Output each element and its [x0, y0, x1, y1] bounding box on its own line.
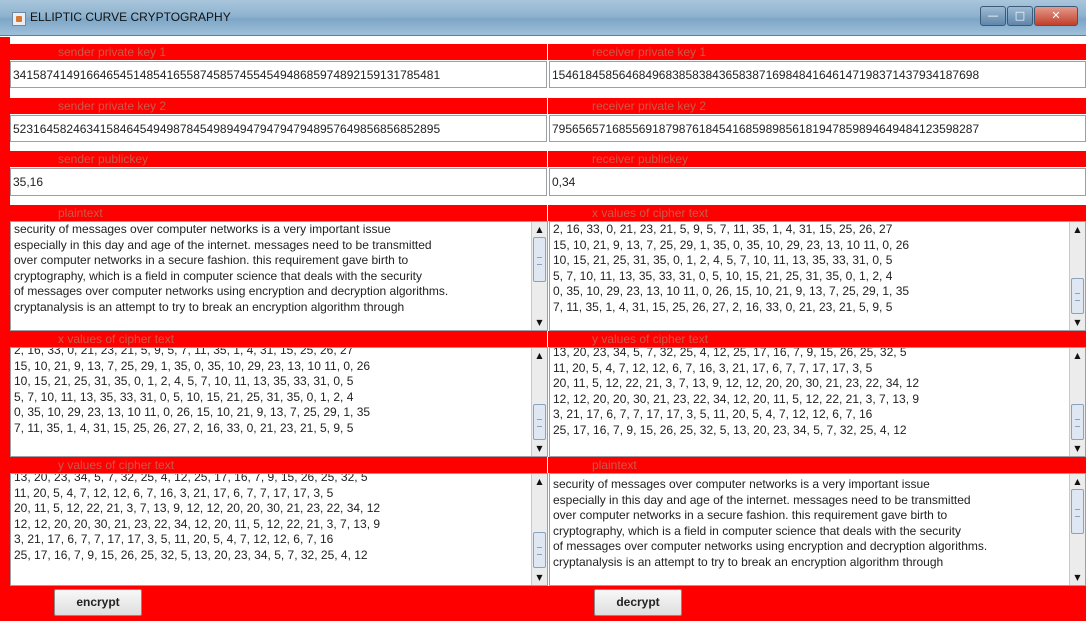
receiver-private-key-1-label: receiver private key 1	[592, 45, 707, 59]
decrypt-button[interactable]: decrypt	[594, 589, 682, 616]
label-strip-receiver-private-key-1: receiver private key 1	[548, 44, 1086, 60]
maximize-button[interactable]: □	[1007, 6, 1033, 26]
scroll-up-arrow-icon[interactable]: ▲	[1070, 348, 1085, 363]
scroll-down-arrow-icon[interactable]: ▼	[1070, 441, 1085, 456]
sender-publickey-field[interactable]: 35,16	[10, 168, 547, 196]
y-cipher-bottom-text[interactable]: 13, 20, 23, 34, 5, 7, 32, 25, 4, 12, 25,…	[14, 474, 528, 585]
scroll-thumb[interactable]	[533, 237, 546, 282]
sender-private-key-1-label: sender private key 1	[58, 45, 167, 59]
sender-publickey-label: sender publickey	[58, 152, 149, 166]
x-cipher-top-area[interactable]: 2, 16, 33, 0, 21, 23, 21, 5, 9, 5, 7, 11…	[549, 221, 1086, 331]
left-red-border	[0, 37, 10, 586]
action-bar: encrypt decrypt	[0, 586, 1086, 621]
plaintext-input-scrollbar[interactable]: ▲ ▼	[531, 222, 547, 330]
scroll-down-arrow-icon[interactable]: ▼	[532, 570, 547, 585]
y-cipher-bottom-area[interactable]: 13, 20, 23, 34, 5, 7, 32, 25, 4, 12, 25,…	[10, 473, 548, 586]
y-cipher-label: y values of cipher text	[592, 332, 709, 346]
plaintext-input-text[interactable]: security of messages over computer netwo…	[14, 222, 528, 330]
scroll-thumb[interactable]	[1071, 489, 1084, 534]
scroll-thumb[interactable]	[1071, 278, 1084, 314]
label-strip-plaintext-output: plaintext	[548, 457, 1086, 473]
label-strip-sender-private-key-1: sender private key 1	[10, 44, 547, 60]
scroll-up-arrow-icon[interactable]: ▲	[1070, 474, 1085, 489]
y-cipher-mid-area[interactable]: 13, 20, 23, 34, 5, 7, 32, 25, 4, 12, 25,…	[549, 347, 1086, 457]
plaintext-input-area[interactable]: security of messages over computer netwo…	[10, 221, 548, 331]
label-strip-sender-publickey: sender publickey	[10, 151, 547, 167]
label-strip-receiver-private-key-2: receiver private key 2	[548, 98, 1086, 114]
scroll-thumb[interactable]	[1071, 404, 1084, 440]
label-strip-x-cipher-top: x values of cipher text	[548, 205, 1086, 221]
sender-private-key-2-label: sender private key 2	[58, 99, 167, 113]
x-cipher-label: x values of cipher text	[58, 332, 175, 346]
scroll-down-arrow-icon[interactable]: ▼	[532, 315, 547, 330]
y-cipher-bottom-scrollbar[interactable]: ▲ ▼	[531, 474, 547, 585]
label-strip-receiver-publickey: receiver publickey	[548, 151, 1086, 167]
plaintext-output-area[interactable]: security of messages over computer netwo…	[549, 473, 1086, 586]
x-cipher-mid-area[interactable]: 2, 16, 33, 0, 21, 23, 21, 5, 9, 5, 7, 11…	[10, 347, 548, 457]
scroll-up-arrow-icon[interactable]: ▲	[532, 474, 547, 489]
y-cipher-label: y values of cipher text	[58, 458, 175, 472]
scroll-up-arrow-icon[interactable]: ▲	[532, 222, 547, 237]
window-title: ELLIPTIC CURVE CRYPTOGRAPHY	[30, 10, 231, 24]
plaintext-label: plaintext	[58, 206, 103, 220]
y-cipher-mid-text[interactable]: 13, 20, 23, 34, 5, 7, 32, 25, 4, 12, 25,…	[553, 348, 1066, 456]
receiver-private-key-2-label: receiver private key 2	[592, 99, 707, 113]
scroll-down-arrow-icon[interactable]: ▼	[1070, 570, 1085, 585]
label-strip-y-cipher-mid: y values of cipher text	[548, 331, 1086, 347]
x-cipher-top-text[interactable]: 2, 16, 33, 0, 21, 23, 21, 5, 9, 5, 7, 11…	[553, 222, 1066, 330]
scroll-up-arrow-icon[interactable]: ▲	[1070, 222, 1085, 237]
label-strip-plaintext: plaintext	[10, 205, 547, 221]
window-title-bar[interactable]: ELLIPTIC CURVE CRYPTOGRAPHY — □ ✕	[0, 0, 1086, 36]
plaintext-output-scrollbar[interactable]: ▲ ▼	[1069, 474, 1085, 585]
minimize-button[interactable]: —	[980, 6, 1006, 26]
receiver-publickey-label: receiver publickey	[592, 152, 689, 166]
close-button[interactable]: ✕	[1034, 6, 1078, 26]
scroll-down-arrow-icon[interactable]: ▼	[1070, 315, 1085, 330]
receiver-private-key-2-field[interactable]: 7956565716855691879876184541685989856181…	[549, 115, 1086, 142]
sender-private-key-2-field[interactable]: 5231645824634158464549498784549894947947…	[10, 115, 547, 142]
label-strip-sender-private-key-2: sender private key 2	[10, 98, 547, 114]
encrypt-button[interactable]: encrypt	[54, 589, 142, 616]
scroll-thumb[interactable]	[533, 532, 546, 568]
sender-private-key-1-field[interactable]: 3415874149166465451485416558745857455454…	[10, 61, 547, 88]
label-strip-y-cipher-bottom: y values of cipher text	[10, 457, 547, 473]
x-cipher-mid-scrollbar[interactable]: ▲ ▼	[531, 348, 547, 456]
y-cipher-mid-scrollbar[interactable]: ▲ ▼	[1069, 348, 1085, 456]
x-cipher-top-scrollbar[interactable]: ▲ ▼	[1069, 222, 1085, 330]
receiver-publickey-field[interactable]: 0,34	[549, 168, 1086, 196]
plaintext-output-text[interactable]: security of messages over computer netwo…	[553, 477, 1066, 585]
plaintext-output-label: plaintext	[592, 458, 637, 472]
scroll-up-arrow-icon[interactable]: ▲	[532, 348, 547, 363]
scroll-thumb[interactable]	[533, 404, 546, 440]
x-cipher-label: x values of cipher text	[592, 206, 709, 220]
x-cipher-mid-text[interactable]: 2, 16, 33, 0, 21, 23, 21, 5, 9, 5, 7, 11…	[14, 348, 528, 456]
receiver-private-key-1-field[interactable]: 1546184585646849683858384365838716984841…	[549, 61, 1086, 88]
label-strip-x-cipher-mid: x values of cipher text	[10, 331, 547, 347]
scroll-down-arrow-icon[interactable]: ▼	[532, 441, 547, 456]
java-app-icon	[12, 12, 26, 26]
